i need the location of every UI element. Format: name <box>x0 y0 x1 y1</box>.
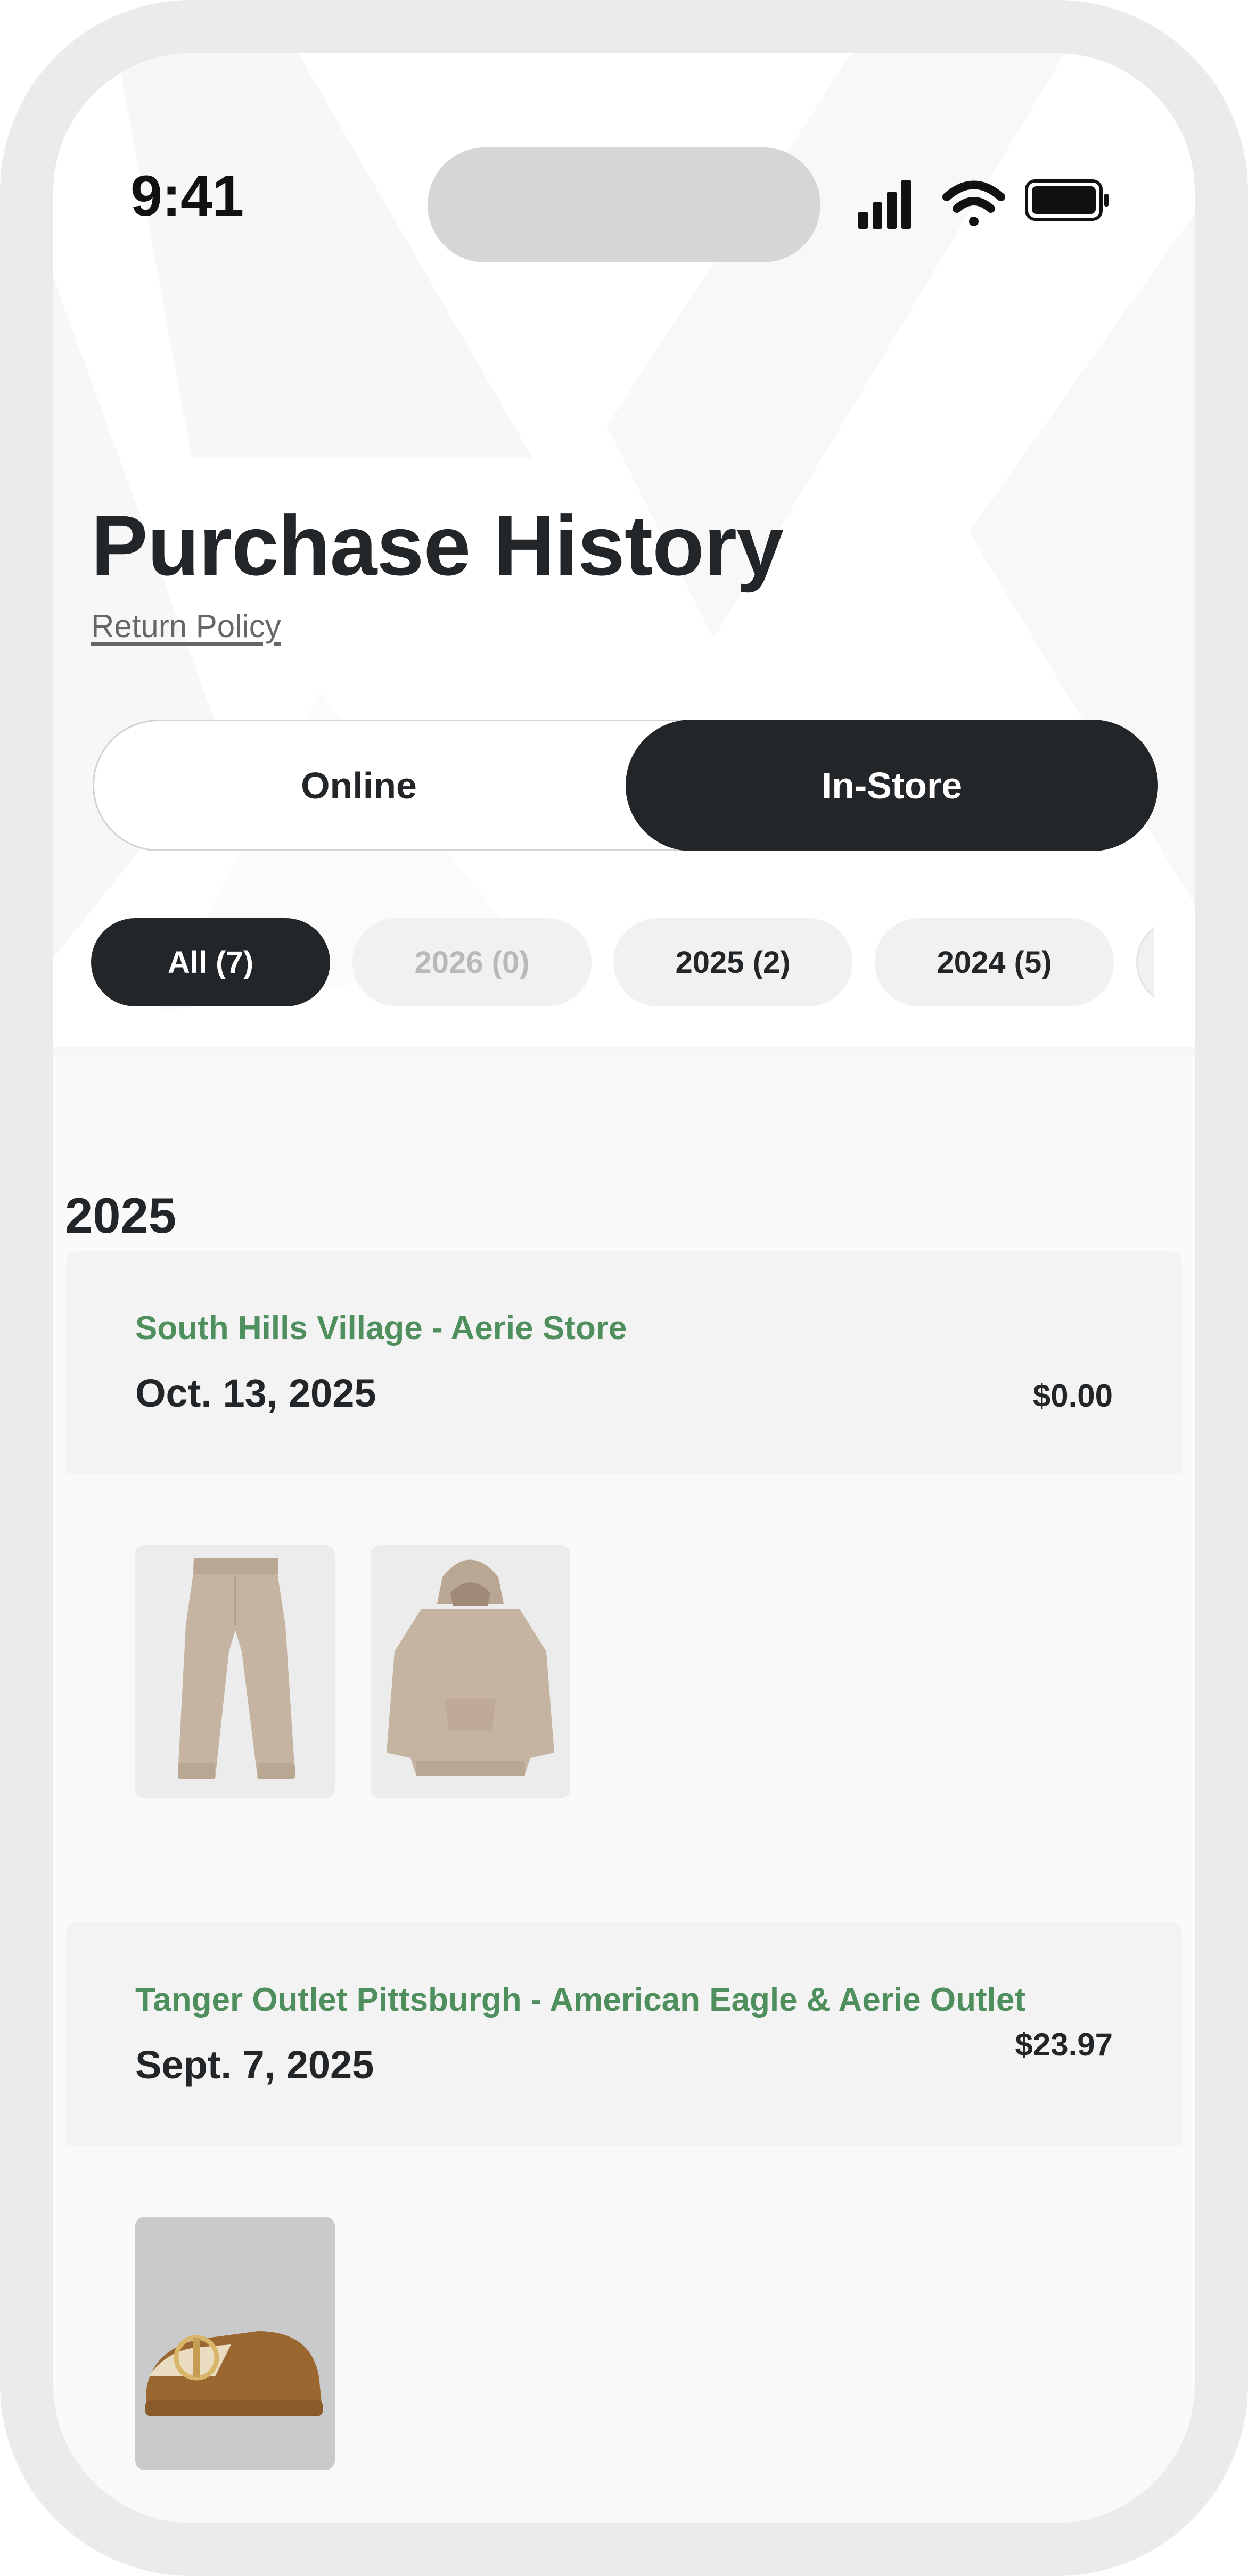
year-heading: 2025 <box>65 1187 177 1243</box>
store-name: South Hills Village - Aerie Store <box>135 1310 627 1347</box>
order-card[interactable]: South Hills Village - Aerie Store Oct. 1… <box>66 1251 1182 1920</box>
clog-slipper-image[interactable] <box>135 2217 335 2470</box>
dynamic-island <box>428 147 820 262</box>
app-screen: 9:41 Purchase History Return Policy Onli… <box>53 53 1195 2523</box>
status-time: 9:41 <box>130 163 244 228</box>
signal-icon <box>858 180 911 229</box>
hoodie-image[interactable] <box>371 1545 570 1798</box>
filter-chip-more[interactable] <box>1136 918 1154 1006</box>
order-header: South Hills Village - Aerie Store Oct. 1… <box>66 1251 1182 1474</box>
order-total: $0.00 <box>1032 1378 1113 1414</box>
page-title: Purchase History <box>91 498 784 593</box>
order-total: $23.97 <box>1015 2027 1113 2062</box>
filter-chip-2024[interactable]: 2024 (5) <box>875 918 1114 1006</box>
section-divider <box>53 1047 1195 1055</box>
order-date: Sept. 7, 2025 <box>135 2043 374 2087</box>
sweatpants-image[interactable] <box>135 1545 335 1798</box>
store-name: Tanger Outlet Pittsburgh - American Eagl… <box>135 1981 1025 2018</box>
return-policy-link[interactable]: Return Policy <box>91 608 281 645</box>
status-icons <box>858 179 1109 229</box>
order-date: Oct. 13, 2025 <box>135 1371 376 1415</box>
tab-online[interactable]: Online <box>93 720 625 851</box>
order-card[interactable]: Tanger Outlet Pittsburgh - American Eagl… <box>66 1922 1182 2523</box>
year-filter-chips: All (7) 2026 (0) 2025 (2) 2024 (5) <box>91 918 1154 1008</box>
filter-chip-2026[interactable]: 2026 (0) <box>352 918 592 1006</box>
wifi-icon <box>942 180 1005 226</box>
purchase-type-toggle: Online In-Store <box>93 720 1158 851</box>
filter-chip-2025[interactable]: 2025 (2) <box>613 918 852 1006</box>
order-header: Tanger Outlet Pittsburgh - American Eagl… <box>66 1922 1182 2146</box>
battery-icon <box>1025 179 1109 221</box>
filter-chip-all[interactable]: All (7) <box>91 918 330 1006</box>
tab-in-store[interactable]: In-Store <box>626 720 1158 851</box>
